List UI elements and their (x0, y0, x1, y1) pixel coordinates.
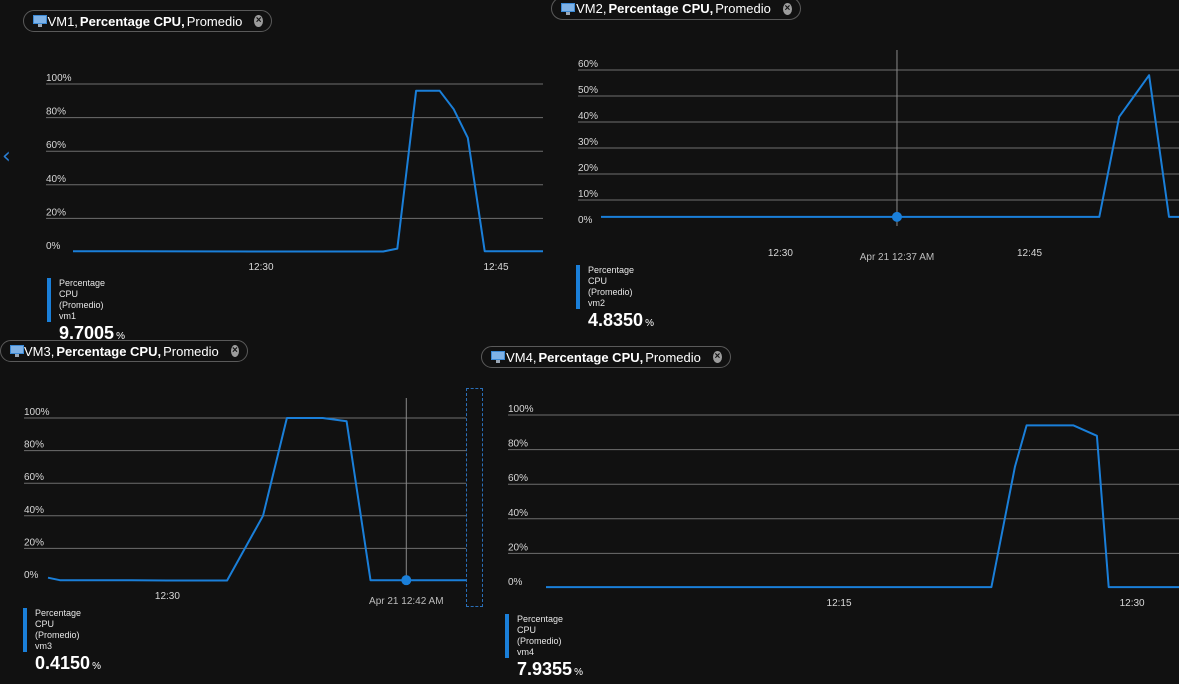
y-tick-label: 60% (508, 473, 528, 484)
x-tick-label: 12:15 (827, 598, 852, 609)
y-tick-label: 80% (508, 439, 528, 450)
legend-resource: vm4 (517, 647, 535, 657)
y-tick-label: 40% (508, 508, 528, 519)
y-tick-label: 100% (508, 404, 534, 415)
legend-value: 7.9355 (517, 659, 573, 679)
y-tick-label: 20% (508, 542, 528, 553)
line-chart-vm4[interactable]: 100% 80% 60% 40% 20% 0% 12:15 12:30 (0, 0, 1179, 678)
x-tick-label: 12:30 (1120, 598, 1145, 609)
legend-unit: % (574, 667, 583, 678)
legend-metric-name: Percentage CPU (Promedio) (517, 614, 564, 646)
y-tick-label: 0% (508, 577, 523, 588)
legend-vm4: Percentage CPU (Promedio) vm4 7.9355% (505, 614, 583, 679)
